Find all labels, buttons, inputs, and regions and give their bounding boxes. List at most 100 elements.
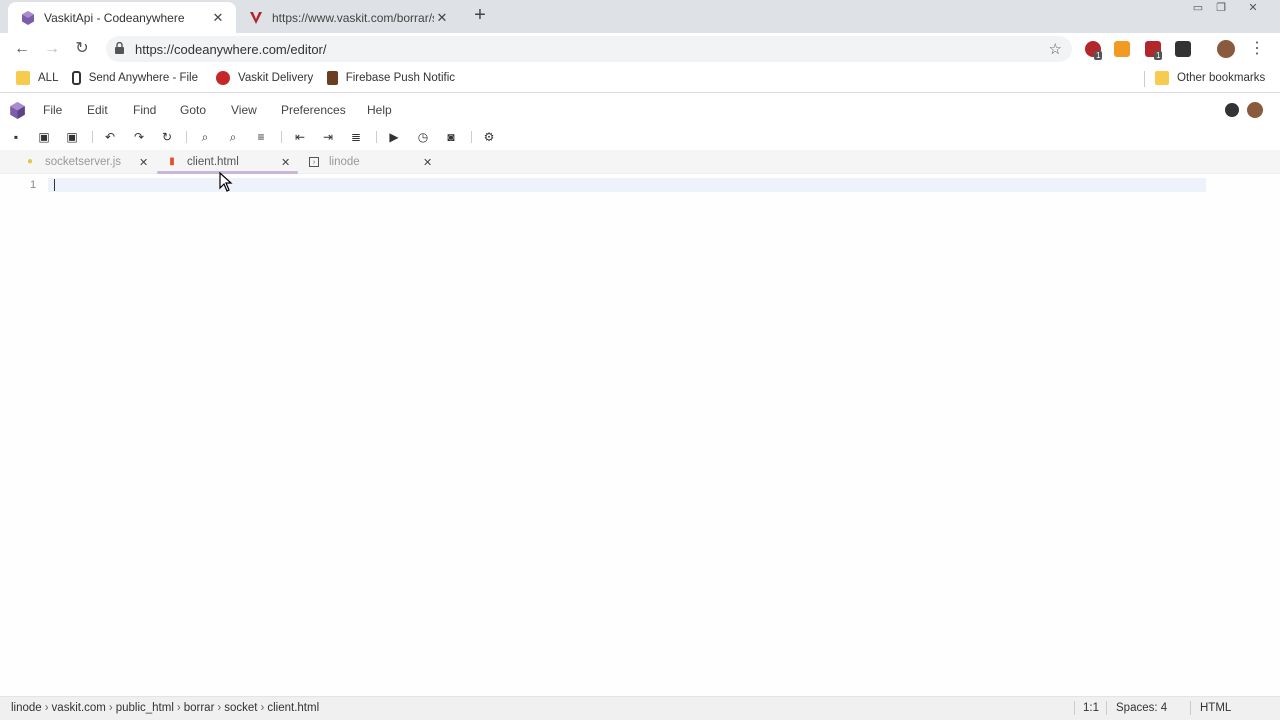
user-avatar[interactable] [1247,102,1263,118]
browser-tab-title: https://www.vaskit.com/borrar/s [272,10,434,25]
bookmark-star-icon[interactable]: ☆ [1049,40,1062,58]
cursor-position[interactable]: 1:1 [1083,702,1099,714]
menu-help[interactable]: Help [367,103,392,117]
bookmark-vaskit-delivery[interactable]: Vaskit Delivery [216,71,313,85]
breadcrumb-separator: › [44,702,49,714]
browser-tab-vaskit[interactable]: https://www.vaskit.com/borrar/s ✕ [236,2,460,33]
layers-extension-icon[interactable] [1175,41,1191,57]
status-divider [1190,701,1191,715]
url-text: https://codeanywhere.com/editor/ [135,42,327,57]
bookmark-all[interactable]: ALL [16,71,58,85]
word-wrap-icon[interactable]: ≡ [254,130,268,144]
vaskit-delivery-icon [216,71,230,85]
browser-toolbar: ← → ↻ https://codeanywhere.com/editor/ ☆… [0,33,1280,65]
status-bar: linode › vaskit.com › public_html › borrar › soc… [0,696,1280,720]
indentation-setting[interactable]: Spaces: 4 [1116,702,1167,714]
close-file-tab-icon[interactable]: ✕ [423,156,432,169]
file-tab-label: client.html [187,156,239,168]
toolbar-divider [471,131,472,143]
window-close-icon[interactable]: ✕ [1240,0,1266,16]
folder-icon [1155,71,1169,85]
menu-find[interactable]: Find [133,103,156,117]
breadcrumb-item[interactable]: public_html [116,702,174,714]
address-bar[interactable]: https://codeanywhere.com/editor/ ☆ [106,36,1072,62]
send-anywhere-icon [72,71,81,85]
bookmarks-bar: ALL Send Anywhere - File Vaskit Delivery… [0,65,1280,93]
save-icon[interactable]: ▣ [37,130,51,144]
browser-tab-strip: VaskitApi - Codeanywhere ✕ https://www.v… [0,0,1280,33]
undo-icon[interactable]: ↶ [103,130,117,144]
bookmark-firebase[interactable]: Firebase Push Notific [327,71,455,85]
breadcrumb-separator: › [260,702,265,714]
restore-icon[interactable]: ❐ [1208,0,1234,16]
close-tab-icon[interactable]: ✕ [434,10,450,26]
codeanywhere-logo-icon [10,102,25,119]
outdent-icon[interactable]: ⇤ [293,130,307,144]
menu-edit[interactable]: Edit [87,103,108,117]
breadcrumb-item[interactable]: vaskit.com [52,702,106,714]
file-tab-linode[interactable]: › linode ✕ [309,150,437,174]
browser-tab-codeanywhere[interactable]: VaskitApi - Codeanywhere ✕ [8,2,236,33]
extension-badge: 1 [1094,51,1103,60]
bookmarks-divider [1144,71,1145,87]
codeanywhere-cube-icon [20,10,36,26]
mouse-pointer-icon [219,172,233,192]
breadcrumb-separator: › [176,702,181,714]
history-icon[interactable]: ◷ [416,130,430,144]
breadcrumb-item[interactable]: socket [224,702,257,714]
breadcrumb-item[interactable]: client.html [267,702,319,714]
editor-toolbar: ▪ ▣ ▣ ↶ ↷ ↻ ⌕ ⌕ ≡ ⇤ ⇥ ≣ ▶ ◷ ◙ ⚙ [0,124,1280,150]
line-gutter: 1 [0,174,46,694]
folder-icon [16,71,30,85]
js-file-icon: ● [26,156,34,167]
file-tab-socketserver[interactable]: ● socketserver.js ✕ [25,150,153,174]
terminal-icon: › [309,157,319,167]
file-tab-label: socketserver.js [45,156,122,168]
firebase-icon [327,71,338,85]
line-number: 1 [30,179,37,191]
reload-icon[interactable]: ↻ [72,39,92,59]
forward-arrow-icon[interactable]: → [42,39,62,59]
html-file-icon: ▮ [169,156,175,167]
new-file-icon[interactable]: ▪ [9,130,23,144]
toolbar-divider [186,131,187,143]
save-all-icon[interactable]: ▣ [65,130,79,144]
settings-gear-icon[interactable]: ⚙ [482,130,496,144]
code-editor[interactable]: 1 [0,174,1280,694]
toolbar-divider [376,131,377,143]
profile-avatar[interactable] [1217,40,1235,58]
status-divider [1106,701,1107,715]
breadcrumb-separator: › [108,702,113,714]
file-tab-label: linode [329,156,360,168]
breadcrumb-item[interactable]: borrar [184,702,215,714]
menu-goto[interactable]: Goto [180,103,206,117]
other-bookmarks[interactable]: Other bookmarks [1155,71,1265,85]
close-file-tab-icon[interactable]: ✕ [139,156,148,169]
close-tab-icon[interactable]: ✕ [210,10,226,26]
key-extension-icon[interactable] [1114,41,1130,57]
search-icon[interactable]: ⌕ [198,130,212,144]
back-arrow-icon[interactable]: ← [12,39,32,59]
menu-preferences[interactable]: Preferences [281,103,346,117]
browser-menu-icon[interactable]: ⋮ [1247,39,1267,59]
new-tab-button[interactable]: + [470,5,490,26]
toolbar-divider [281,131,282,143]
menu-file[interactable]: File [43,103,62,117]
extension-badge: 1 [1154,51,1163,60]
toolbar-divider [92,131,93,143]
preview-icon[interactable]: ◙ [444,130,458,144]
search-replace-icon[interactable]: ⌕ [226,130,240,144]
notification-bell-icon[interactable] [1225,103,1239,117]
indent-icon[interactable]: ⇥ [321,130,335,144]
redo-icon[interactable]: ↷ [132,130,146,144]
bookmark-send-anywhere[interactable]: Send Anywhere - File [72,71,198,85]
close-file-tab-icon[interactable]: ✕ [281,156,290,169]
language-mode[interactable]: HTML [1200,702,1231,714]
breadcrumb-separator: › [217,702,222,714]
vaskit-v-icon [248,10,264,26]
run-icon[interactable]: ▶ [387,130,401,144]
breadcrumb-item[interactable]: linode [11,702,42,714]
refresh-icon[interactable]: ↻ [160,130,174,144]
sort-lines-icon[interactable]: ≣ [349,130,363,144]
menu-view[interactable]: View [231,103,257,117]
